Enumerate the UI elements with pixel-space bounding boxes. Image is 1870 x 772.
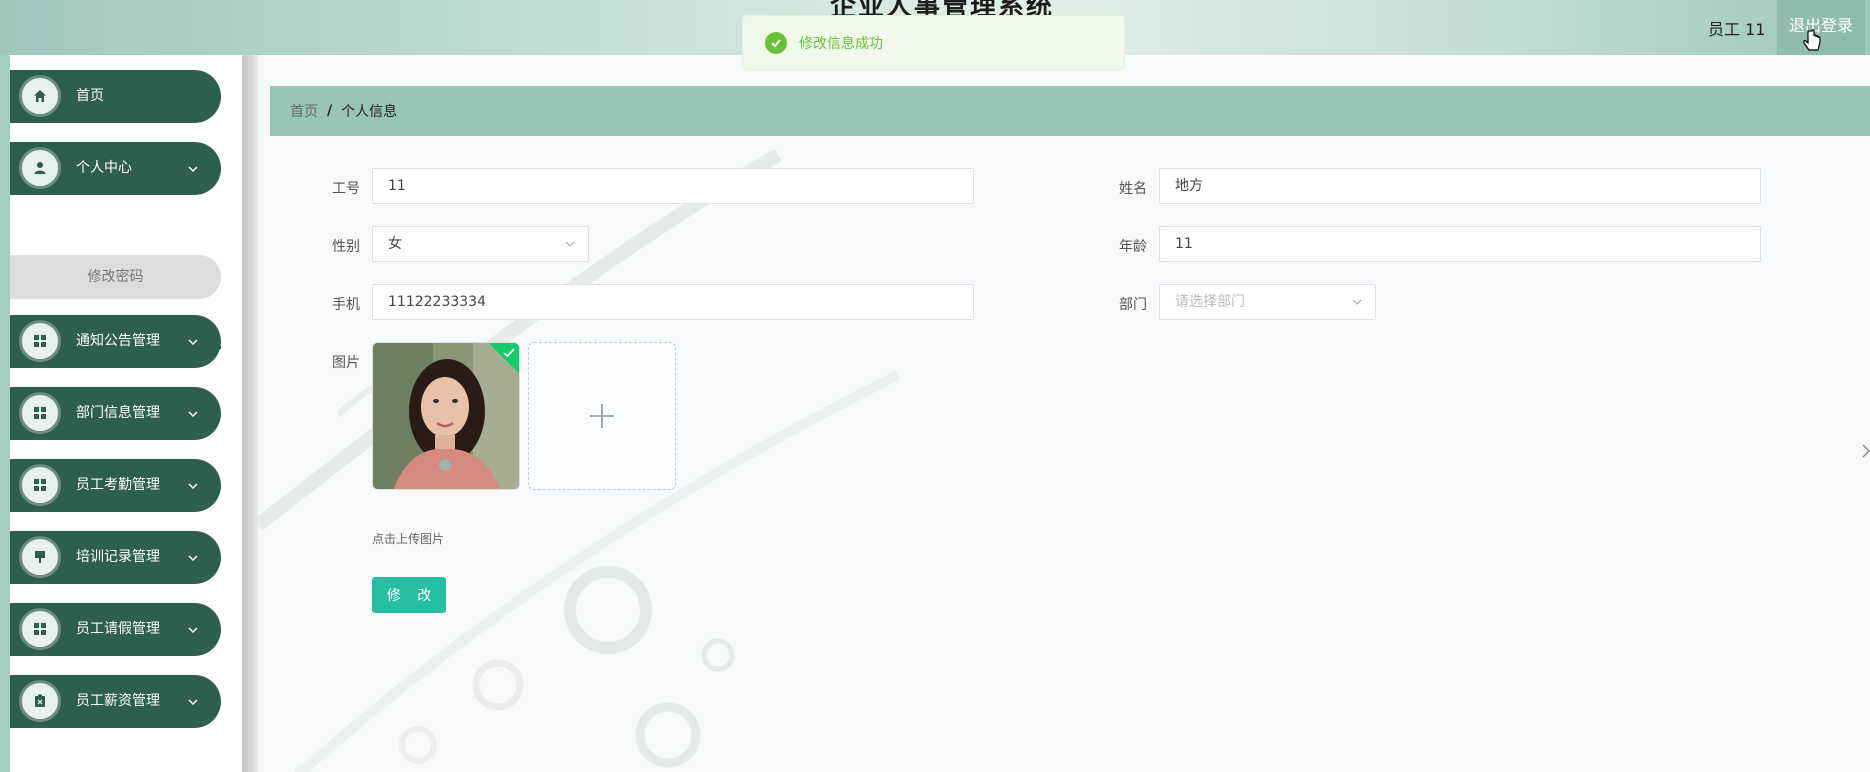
chevron-down-icon bbox=[188, 411, 198, 418]
age-label: 年龄 bbox=[1119, 239, 1147, 255]
uploaded-photo-thumbnail[interactable] bbox=[372, 342, 520, 490]
toast-message: 修改信息成功 bbox=[799, 35, 883, 52]
phone-label: 手机 bbox=[332, 297, 360, 313]
chevron-down-icon bbox=[188, 699, 198, 706]
department-select-placeholder: 请选择部门 bbox=[1175, 294, 1245, 310]
department-label: 部门 bbox=[1119, 297, 1147, 313]
breadcrumb: 首页 / 个人信息 bbox=[270, 86, 1870, 136]
upload-tip-text: 点击上传图片 bbox=[372, 532, 445, 546]
photo-label: 图片 bbox=[332, 355, 360, 371]
gender-label: 性别 bbox=[332, 239, 360, 255]
sidebar-item-label: 员工考勤管理 bbox=[76, 477, 160, 493]
employee-id-field[interactable]: 11 bbox=[372, 168, 974, 204]
sidebar-scroll-rail bbox=[242, 55, 258, 772]
hand-cursor-icon bbox=[1803, 29, 1821, 51]
breadcrumb-current: 个人信息 bbox=[341, 104, 398, 120]
sidebar-item-leave-management[interactable]: 员工请假管理 bbox=[10, 603, 221, 656]
sidebar-item-salary-management[interactable]: 员工薪资管理 bbox=[10, 675, 221, 728]
portrait-photo bbox=[373, 343, 519, 489]
clipboard-icon bbox=[19, 680, 61, 722]
chevron-down-icon bbox=[1352, 299, 1362, 305]
grid-icon bbox=[19, 320, 61, 362]
home-icon bbox=[19, 75, 61, 117]
name-label: 姓名 bbox=[1119, 181, 1147, 197]
grid-icon bbox=[19, 608, 61, 650]
gender-select-value: 女 bbox=[388, 236, 402, 252]
chevron-down-icon bbox=[188, 166, 198, 173]
sidebar-item-personal-center[interactable]: 个人中心 bbox=[10, 142, 221, 195]
sidebar-item-label: 部门信息管理 bbox=[76, 405, 160, 421]
chevron-down-icon bbox=[188, 483, 198, 490]
sidebar-item-training-management[interactable]: 培训记录管理 bbox=[10, 531, 221, 584]
chevron-down-icon bbox=[188, 339, 198, 346]
sidebar: 首页 个人中心 修改密码 个人信息 通知公告管理 部门信息管理 员工考勤管理 bbox=[10, 55, 242, 772]
success-toast: 修改信息成功 bbox=[742, 15, 1125, 70]
sidebar-item-department-management[interactable]: 部门信息管理 bbox=[10, 387, 221, 440]
sidebar-item-home[interactable]: 首页 bbox=[10, 70, 221, 123]
breadcrumb-separator: / bbox=[327, 103, 333, 119]
plus-icon bbox=[590, 404, 614, 428]
submit-update-button[interactable]: 修 改 bbox=[372, 577, 446, 613]
grid-icon bbox=[19, 392, 61, 434]
employee-id-label: 工号 bbox=[332, 181, 360, 197]
age-field[interactable]: 11 bbox=[1159, 226, 1761, 262]
sidebar-item-attendance-management[interactable]: 员工考勤管理 bbox=[10, 459, 221, 512]
chevron-right-icon bbox=[1862, 444, 1870, 458]
sidebar-subitem-change-password[interactable]: 修改密码 bbox=[10, 255, 221, 299]
sidebar-item-label: 培训记录管理 bbox=[76, 549, 160, 565]
user-icon bbox=[19, 147, 61, 189]
sidebar-item-notice-management[interactable]: 通知公告管理 bbox=[10, 315, 221, 368]
upload-photo-button[interactable] bbox=[528, 342, 676, 490]
grid-icon bbox=[19, 464, 61, 506]
name-field[interactable]: 地方 bbox=[1159, 168, 1761, 204]
sidebar-item-label: 首页 bbox=[76, 88, 104, 104]
main-content: 首页 / 个人信息 工号 11 姓名 地方 性别 女 年龄 11 手机 1112… bbox=[258, 55, 1870, 772]
sidebar-item-label: 通知公告管理 bbox=[76, 333, 160, 349]
sidebar-item-label: 员工薪资管理 bbox=[76, 693, 160, 709]
department-select[interactable]: 请选择部门 bbox=[1159, 284, 1376, 320]
check-icon bbox=[503, 348, 515, 358]
sidebar-item-label: 个人中心 bbox=[76, 160, 132, 176]
check-circle-icon bbox=[765, 31, 787, 54]
phone-field[interactable]: 11122233334 bbox=[372, 284, 974, 320]
board-icon bbox=[19, 536, 61, 578]
current-user-label: 员工 11 bbox=[1708, 20, 1766, 39]
chevron-down-icon bbox=[565, 241, 575, 247]
chevron-down-icon bbox=[188, 627, 198, 634]
sidebar-item-label: 员工请假管理 bbox=[76, 621, 160, 637]
sidebar-edge bbox=[0, 55, 10, 772]
gender-select[interactable]: 女 bbox=[372, 226, 589, 262]
breadcrumb-home-link[interactable]: 首页 bbox=[290, 101, 318, 121]
chevron-down-icon bbox=[188, 555, 198, 562]
